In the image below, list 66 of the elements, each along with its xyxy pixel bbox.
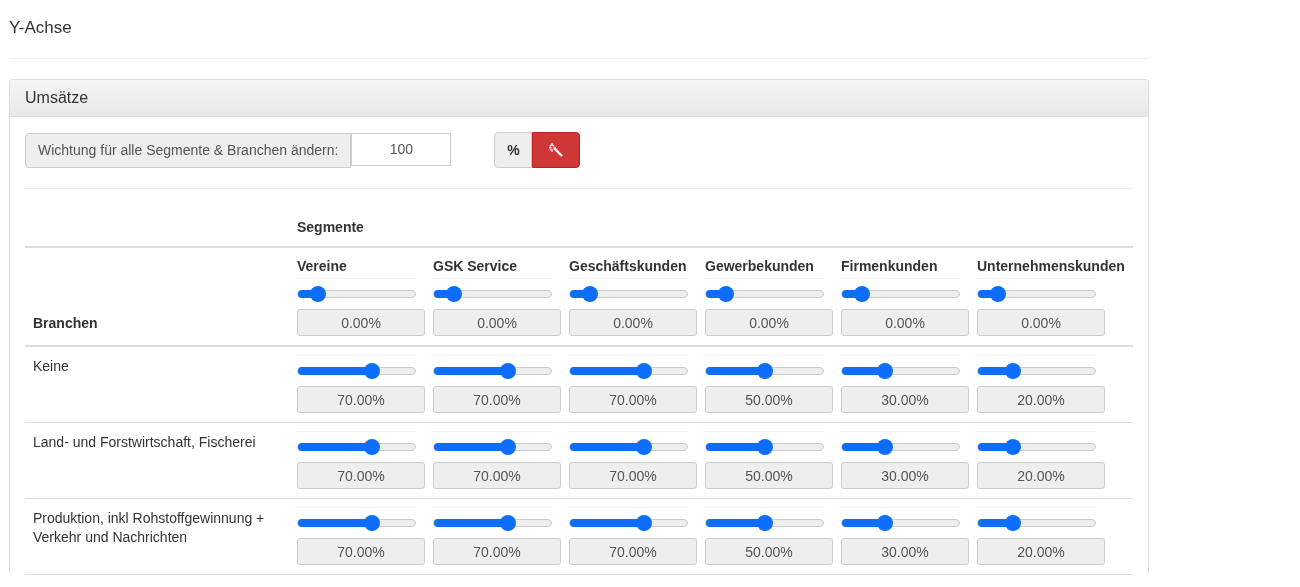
slider-thumb[interactable]: [877, 439, 894, 455]
branch-name: Keine: [32, 357, 70, 376]
slider-thumb[interactable]: [635, 363, 652, 379]
slider-thumb[interactable]: [363, 439, 380, 455]
segment-heading: GSK Service: [433, 257, 518, 276]
slider-thumb[interactable]: [1005, 363, 1022, 379]
weight-input[interactable]: 100: [351, 132, 452, 166]
slider-thumb[interactable]: [499, 439, 516, 455]
magic-wand-icon: [548, 142, 565, 158]
slider-thumb[interactable]: [989, 286, 1006, 302]
percent-value: 30.00%: [841, 462, 969, 489]
percent-value: 30.00%: [841, 538, 969, 565]
slider-thumb[interactable]: [581, 286, 598, 302]
percent-value: 0.00%: [705, 309, 833, 336]
slider-thumb[interactable]: [717, 286, 734, 302]
percent-value: 20.00%: [977, 386, 1105, 413]
slider-thumb[interactable]: [877, 363, 894, 379]
slider-thumb[interactable]: [1005, 439, 1022, 455]
column-group-heading: Segmente: [297, 218, 365, 237]
percent-value: 0.00%: [297, 309, 425, 336]
slider-thumb[interactable]: [499, 363, 516, 379]
percent-value: 70.00%: [297, 462, 425, 489]
segment-heading: Unternehmenskunden: [977, 257, 1125, 276]
percent-value: 50.00%: [705, 538, 833, 565]
slider-thumb[interactable]: [363, 515, 380, 531]
weight-label: Wichtung für alle Segmente & Branchen ändern:: [25, 132, 352, 168]
percent-value: 20.00%: [977, 462, 1105, 489]
segment-heading: Gewerbekunden: [705, 257, 814, 276]
percent-value: 70.00%: [569, 386, 697, 413]
slider-thumb[interactable]: [1005, 515, 1022, 531]
section-title: Y-Achse: [9, 17, 72, 39]
percent-value: 20.00%: [977, 538, 1105, 565]
slider-thumb[interactable]: [756, 439, 773, 455]
percent-value: 70.00%: [569, 538, 697, 565]
percent-value: 30.00%: [841, 386, 969, 413]
slider-thumb[interactable]: [853, 286, 870, 302]
slider-thumb[interactable]: [635, 515, 652, 531]
magic-wand-button[interactable]: [532, 132, 581, 168]
row-group-heading: Branchen: [32, 314, 99, 333]
slider-thumb[interactable]: [635, 439, 652, 455]
percent-value: 70.00%: [433, 462, 561, 489]
percent-value: 70.00%: [569, 462, 697, 489]
percent-value: 0.00%: [841, 309, 969, 336]
percent-value: 0.00%: [977, 309, 1105, 336]
percent-value: 0.00%: [433, 309, 561, 336]
percent-addon: %: [494, 132, 533, 168]
branch-name: Produktion, inkl Rohstoffgewinnung + Verkehr und Nachrichten: [32, 509, 266, 547]
segment-heading: Vereine: [297, 257, 347, 276]
percent-value: 70.00%: [433, 538, 561, 565]
segment-heading: Firmenkunden: [841, 257, 938, 276]
slider-thumb[interactable]: [309, 286, 326, 302]
percent-value: 50.00%: [705, 462, 833, 489]
percent-value: 70.00%: [297, 386, 425, 413]
slider-thumb[interactable]: [756, 515, 773, 531]
percent-value: 70.00%: [297, 538, 425, 565]
slider-thumb[interactable]: [445, 286, 462, 302]
percent-value: 50.00%: [705, 386, 833, 413]
branch-name: Land- und Forstwirtschaft, Fischerei: [32, 433, 257, 452]
percent-value: 0.00%: [569, 309, 697, 336]
panel-title: Umsätze: [25, 89, 89, 106]
slider-thumb[interactable]: [363, 363, 380, 379]
slider-thumb[interactable]: [756, 363, 773, 379]
segment-heading: Geschäftskunden: [569, 257, 687, 276]
slider-thumb[interactable]: [877, 515, 894, 531]
percent-value: 70.00%: [433, 386, 561, 413]
slider-thumb[interactable]: [499, 515, 516, 531]
